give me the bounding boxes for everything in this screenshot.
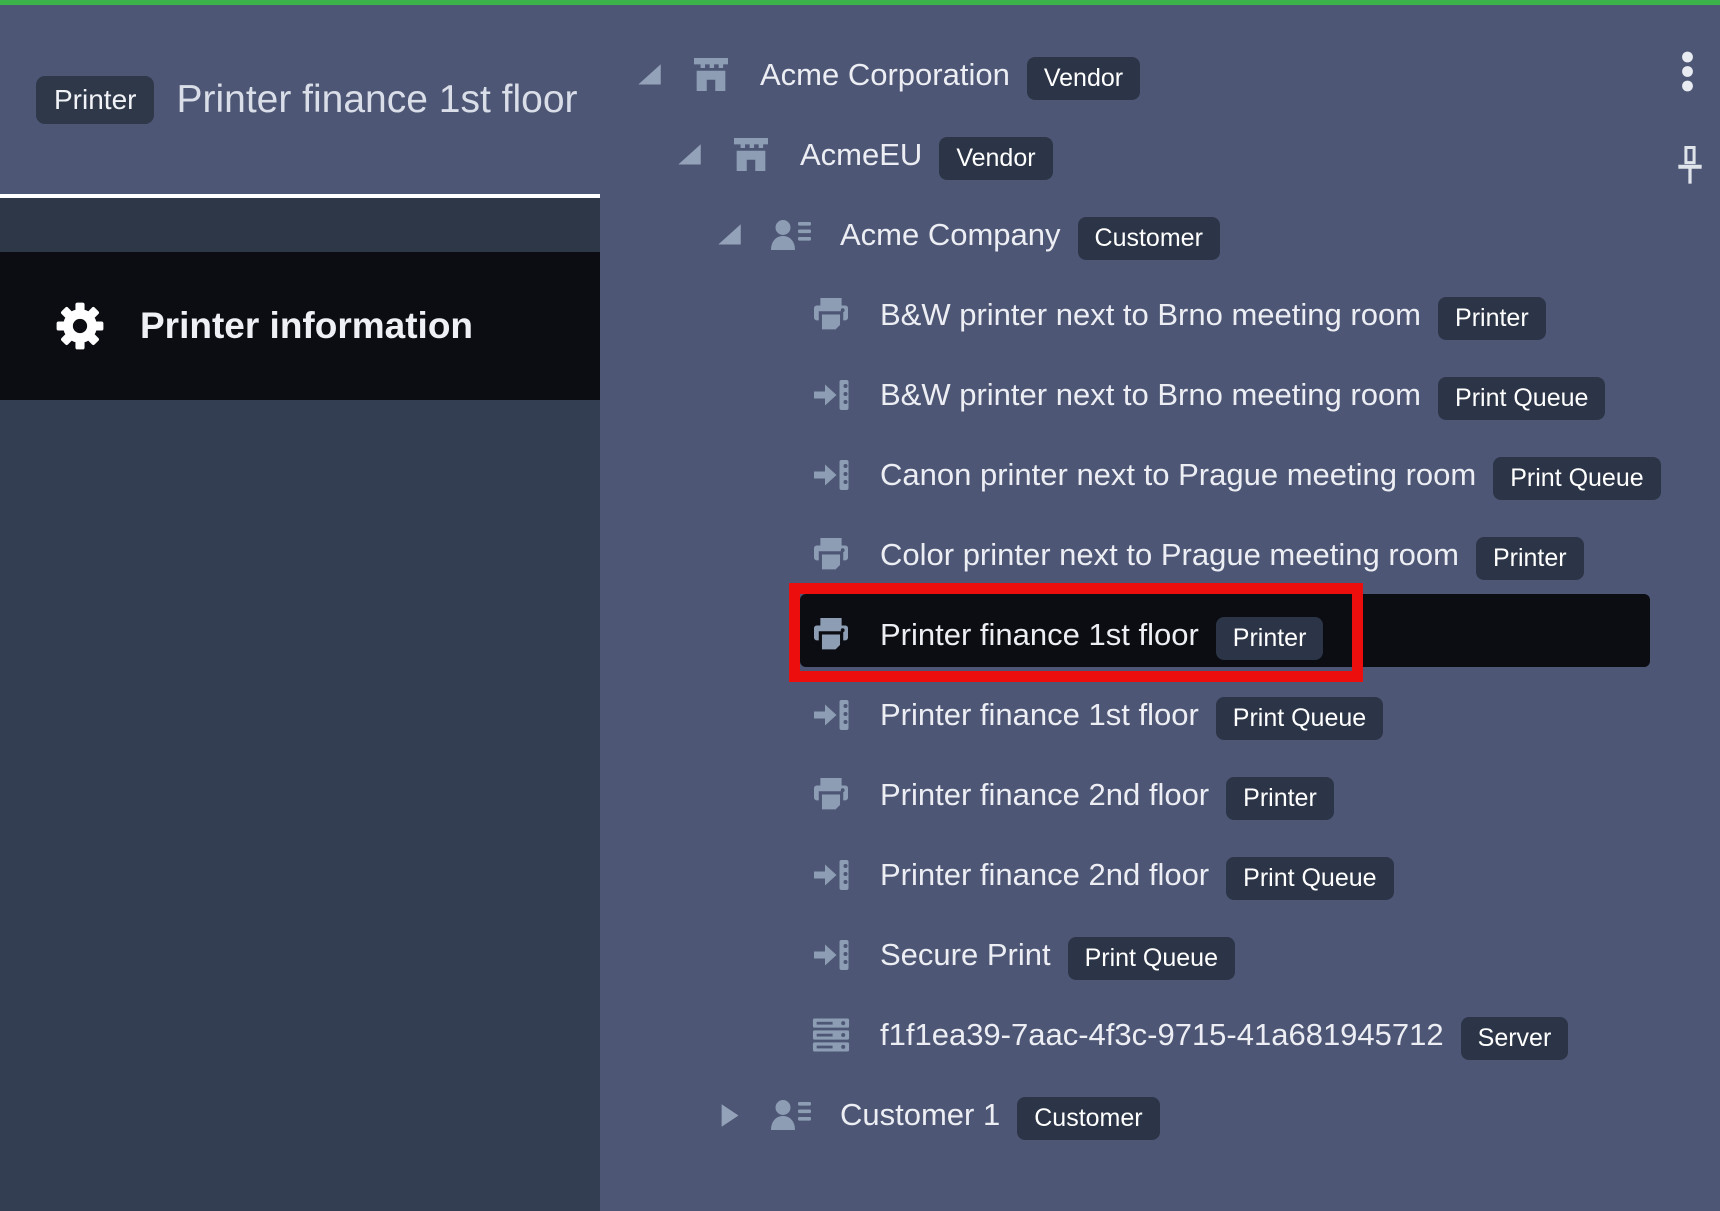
- printer-icon: [812, 618, 850, 652]
- tree-item-label: Printer finance 2nd floor: [880, 857, 1209, 893]
- tree-row[interactable]: Printer finance 2nd floor Printer: [600, 755, 1720, 835]
- tree-row[interactable]: f1f1ea39-7aac-4f3c-9715-41a681945712 Ser…: [600, 995, 1720, 1075]
- tree-item-badge: Vendor: [1027, 57, 1140, 100]
- printer-information-label: Printer information: [140, 305, 473, 347]
- tree-item-badge: Print Queue: [1216, 697, 1383, 740]
- tree-item-label: Acme Corporation: [760, 57, 1010, 93]
- tree-item-badge: Printer: [1226, 777, 1334, 820]
- printer-icon: [812, 778, 850, 812]
- tree-item-label: Secure Print: [880, 937, 1051, 973]
- expander-expanded-icon[interactable]: [636, 62, 663, 89]
- tree-row[interactable]: Printer finance 1st floor Printer: [600, 595, 1720, 675]
- expander-expanded-icon[interactable]: [676, 142, 703, 169]
- tree-item-label: AcmeEU: [800, 137, 922, 173]
- detail-panel-header: Printer Printer finance 1st floor: [0, 5, 600, 194]
- store-icon: [731, 138, 771, 172]
- tree-item-label: Acme Company: [840, 217, 1061, 253]
- tree-item-label: B&W printer next to Brno meeting room: [880, 377, 1421, 413]
- tree: Acme Corporation Vendor: [600, 5, 1720, 1211]
- panel-strip: [0, 198, 600, 252]
- object-type-badge: Printer: [36, 76, 154, 124]
- tree-item-label: Printer finance 1st floor: [880, 697, 1199, 733]
- print-queue-icon: [812, 699, 850, 731]
- tree-item-badge: Printer: [1476, 537, 1584, 580]
- tree-row[interactable]: Canon printer next to Prague meeting roo…: [600, 435, 1720, 515]
- print-queue-icon: [812, 459, 850, 491]
- tree-row[interactable]: Customer 1 Customer: [600, 1075, 1720, 1155]
- tree-row[interactable]: B&W printer next to Brno meeting room Pr…: [600, 275, 1720, 355]
- tree-row[interactable]: Acme Corporation Vendor: [600, 35, 1720, 115]
- tree-item-label: Color printer next to Prague meeting roo…: [880, 537, 1459, 573]
- store-icon: [691, 58, 731, 92]
- tree-item-label: Canon printer next to Prague meeting roo…: [880, 457, 1476, 493]
- tree-item-badge: Customer: [1017, 1097, 1159, 1140]
- expander-expanded-icon[interactable]: [716, 222, 743, 249]
- page-title: Printer finance 1st floor: [176, 78, 577, 122]
- customer-icon: [768, 219, 814, 251]
- gear-icon: [54, 300, 106, 352]
- tree-item-badge: Print Queue: [1068, 937, 1235, 980]
- server-icon: [811, 1018, 851, 1052]
- tree-item-label: f1f1ea39-7aac-4f3c-9715-41a681945712: [880, 1017, 1444, 1053]
- tree-item-badge: Printer: [1438, 297, 1546, 340]
- tree-item-badge: Printer: [1216, 617, 1324, 660]
- tree-row[interactable]: Printer finance 1st floor Print Queue: [600, 675, 1720, 755]
- tree-row[interactable]: B&W printer next to Brno meeting room Pr…: [600, 355, 1720, 435]
- tree-row[interactable]: Printer finance 2nd floor Print Queue: [600, 835, 1720, 915]
- tree-item-badge: Server: [1461, 1017, 1569, 1060]
- tree-item-label: B&W printer next to Brno meeting room: [880, 297, 1421, 333]
- expander-collapsed-icon[interactable]: [716, 1102, 743, 1129]
- tree-item-badge: Vendor: [939, 137, 1052, 180]
- tree-row[interactable]: Color printer next to Prague meeting roo…: [600, 515, 1720, 595]
- tree-row[interactable]: AcmeEU Vendor: [600, 115, 1720, 195]
- print-queue-icon: [812, 859, 850, 891]
- tree-item-badge: Print Queue: [1438, 377, 1605, 420]
- printer-icon: [812, 298, 850, 332]
- tree-row[interactable]: Secure Print Print Queue: [600, 915, 1720, 995]
- detail-panel: Printer Printer finance 1st floor: [0, 5, 600, 1211]
- detail-panel-body: [0, 400, 600, 1211]
- tree-item-label: Printer finance 1st floor: [880, 617, 1199, 653]
- tree-item-badge: Customer: [1078, 217, 1220, 260]
- tree-item-label: Customer 1: [840, 1097, 1000, 1133]
- tree-row[interactable]: Acme Company Customer: [600, 195, 1720, 275]
- customer-icon: [768, 1099, 814, 1131]
- printer-information-section-header[interactable]: Printer information: [0, 252, 600, 400]
- tree-item-badge: Print Queue: [1226, 857, 1393, 900]
- tree-item-label: Printer finance 2nd floor: [880, 777, 1209, 813]
- print-queue-icon: [812, 379, 850, 411]
- printer-icon: [812, 538, 850, 572]
- print-queue-icon: [812, 939, 850, 971]
- tree-item-badge: Print Queue: [1493, 457, 1660, 500]
